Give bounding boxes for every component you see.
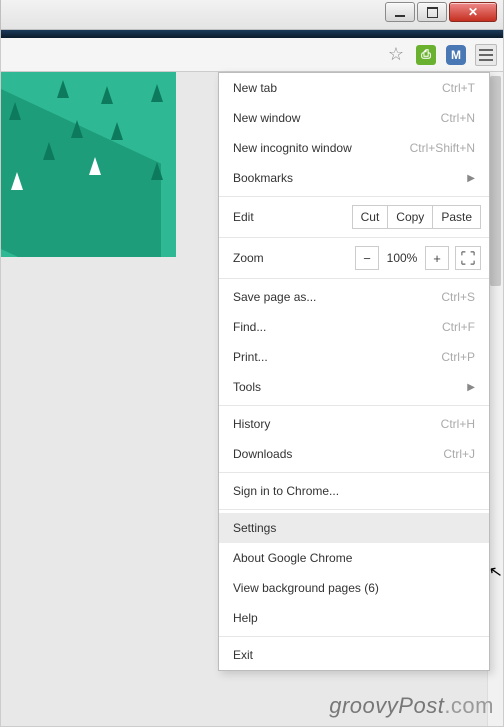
- edit-paste-button[interactable]: Paste: [433, 205, 481, 229]
- menu-item-history[interactable]: History Ctrl+H: [219, 409, 489, 439]
- browser-toolbar: ☆ ⎙ M: [0, 38, 504, 72]
- submenu-arrow-icon: ▶: [467, 173, 475, 184]
- page-background-art: [1, 72, 176, 257]
- chrome-menu-button[interactable]: [475, 44, 497, 66]
- menu-item-zoom: Zoom − 100% +: [219, 241, 489, 275]
- window-titlebar: [0, 0, 504, 30]
- menu-item-save-page-as[interactable]: Save page as... Ctrl+S: [219, 282, 489, 312]
- menu-item-exit[interactable]: Exit: [219, 640, 489, 670]
- m-icon: M: [446, 45, 466, 65]
- window-maximize-button[interactable]: [417, 2, 447, 22]
- menu-separator: [219, 636, 489, 637]
- menu-separator: [219, 472, 489, 473]
- bookmark-star-button[interactable]: ☆: [385, 44, 407, 66]
- menu-separator: [219, 278, 489, 279]
- submenu-arrow-icon: ▶: [467, 382, 475, 393]
- star-icon: ☆: [388, 44, 404, 65]
- menu-item-new-window[interactable]: New window Ctrl+N: [219, 103, 489, 133]
- scrollbar-thumb[interactable]: [490, 76, 501, 286]
- menu-item-sign-in[interactable]: Sign in to Chrome...: [219, 476, 489, 506]
- menu-item-tools[interactable]: Tools ▶: [219, 372, 489, 402]
- window-minimize-button[interactable]: [385, 2, 415, 22]
- hamburger-icon: [479, 49, 493, 51]
- menu-separator: [219, 405, 489, 406]
- menu-item-background-pages[interactable]: View background pages (6): [219, 573, 489, 603]
- menu-item-new-incognito[interactable]: New incognito window Ctrl+Shift+N: [219, 133, 489, 163]
- menu-separator: [219, 509, 489, 510]
- tab-strip[interactable]: [0, 30, 504, 38]
- menu-item-downloads[interactable]: Downloads Ctrl+J: [219, 439, 489, 469]
- menu-separator: [219, 196, 489, 197]
- extension-m-button[interactable]: M: [445, 44, 467, 66]
- menu-item-settings[interactable]: Settings: [219, 513, 489, 543]
- edit-copy-button[interactable]: Copy: [388, 205, 433, 229]
- window-close-button[interactable]: [449, 2, 497, 22]
- menu-separator: [219, 237, 489, 238]
- menu-item-print[interactable]: Print... Ctrl+P: [219, 342, 489, 372]
- fullscreen-button[interactable]: [455, 246, 481, 270]
- zoom-level-value: 100%: [379, 246, 425, 270]
- menu-item-about[interactable]: About Google Chrome: [219, 543, 489, 573]
- chrome-menu: New tab Ctrl+T New window Ctrl+N New inc…: [218, 72, 490, 671]
- menu-item-help[interactable]: Help: [219, 603, 489, 633]
- printer-icon: ⎙: [416, 45, 436, 65]
- watermark-text: groovyPost.com: [329, 693, 494, 719]
- zoom-out-button[interactable]: −: [355, 246, 379, 270]
- menu-item-bookmarks[interactable]: Bookmarks ▶: [219, 163, 489, 193]
- menu-item-find[interactable]: Find... Ctrl+F: [219, 312, 489, 342]
- edit-cut-button[interactable]: Cut: [352, 205, 389, 229]
- mouse-cursor-icon: ↖: [487, 561, 504, 583]
- menu-item-edit: Edit Cut Copy Paste: [219, 200, 489, 234]
- extension-print-button[interactable]: ⎙: [415, 44, 437, 66]
- zoom-in-button[interactable]: +: [425, 246, 449, 270]
- fullscreen-icon: [461, 251, 475, 265]
- menu-item-new-tab[interactable]: New tab Ctrl+T: [219, 73, 489, 103]
